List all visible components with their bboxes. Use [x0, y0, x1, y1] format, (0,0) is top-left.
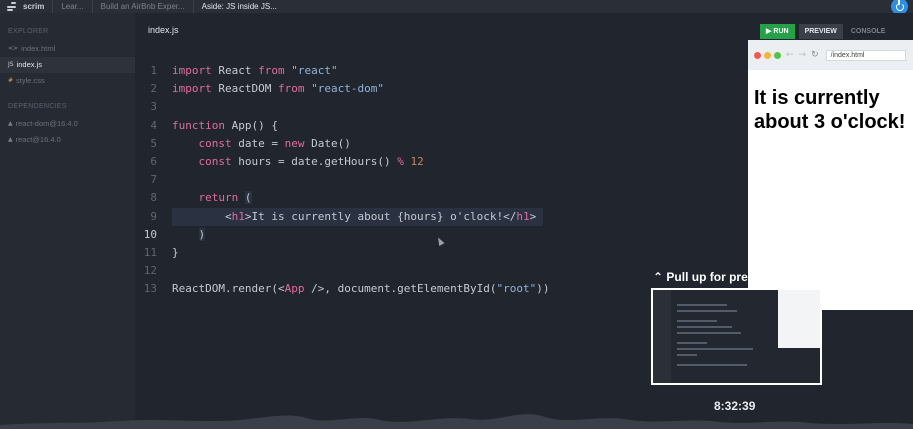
seek-hint-text: Pull up for precise seeking	[666, 270, 820, 284]
breadcrumb-module[interactable]: Build an AirBnb Exper...	[91, 0, 193, 13]
browser-bar: ← → ↻ /index.html	[748, 40, 913, 70]
code-line: 3	[135, 98, 605, 116]
sidebar: EXPLORER <> index.html JS index.js # sty…	[0, 13, 135, 429]
line-number: 13	[143, 282, 157, 296]
reload-icon[interactable]: ↻	[811, 50, 819, 60]
forward-icon[interactable]: →	[799, 50, 807, 60]
chevrons-up-icon: ⌃	[653, 270, 664, 284]
js-file-icon: JS	[8, 61, 14, 68]
line-number: 1	[150, 64, 157, 77]
code-line: 12	[135, 262, 605, 280]
line-number: 2	[150, 82, 157, 96]
audio-waveform[interactable]	[0, 400, 913, 429]
html-file-icon: <>	[8, 45, 19, 52]
code-line: 9 <h1>It is currently about {hours} o'cl…	[135, 207, 605, 226]
sidebar-item-label: react-dom@16.4.0	[15, 119, 78, 128]
code-text: import React from "react"	[172, 64, 338, 77]
seek-hint: ⌃ Pull up for precise seeking	[653, 270, 819, 284]
css-file-icon: #	[8, 77, 14, 84]
sidebar-item-index-js[interactable]: JS index.js	[0, 57, 135, 73]
line-number: 12	[143, 264, 157, 278]
line-number: 3	[150, 100, 157, 114]
code-text: const hours = date.getHours() % 12	[198, 154, 424, 168]
preview-button[interactable]: PREVIEW	[798, 24, 843, 39]
sidebar-item-label: style.css	[16, 76, 45, 85]
sidebar-item-index-html[interactable]: <> index.html	[0, 41, 135, 57]
code-line: 11}	[135, 244, 605, 262]
sidebar-item-label: index.js	[16, 60, 43, 69]
line-number: 9	[150, 209, 157, 223]
code-line: 13 ReactDOM.render(<App />, document.getE…	[135, 280, 605, 298]
dependencies-heading: DEPENDENCIES	[8, 103, 67, 110]
maximize-dot-icon	[774, 51, 781, 59]
sidebar-item-react[interactable]: ▲ react@16.4.0	[0, 132, 135, 148]
seek-thumbnail[interactable]	[651, 288, 822, 385]
code-line: 10 )	[135, 226, 605, 244]
code-text: ReactDOM.render(<App />, document.getEle…	[172, 282, 550, 296]
scrimba-logo[interactable]: scrim	[0, 0, 52, 13]
code-area[interactable]: 1 import React from "react" 2 import React…	[135, 62, 605, 298]
code-text: return (	[198, 191, 252, 205]
line-number: 8	[150, 191, 157, 205]
code-line: 6 const hours = date.getHours() % 12	[135, 153, 605, 171]
code-text: const date = new Date()	[198, 136, 351, 150]
line-number: 10	[143, 227, 157, 241]
code-line: 8 return (	[135, 189, 605, 207]
sidebar-item-label: index.html	[21, 44, 56, 53]
minimize-dot-icon	[764, 51, 771, 59]
code-text: <h1>It is currently about {hours} o'cloc…	[172, 207, 543, 226]
code-text: import ReactDOM from "react-dom"	[172, 82, 384, 96]
logo-icon	[7, 2, 19, 11]
breadcrumb-course[interactable]: Lear...	[52, 0, 91, 13]
explorer-heading: EXPLORER	[8, 28, 49, 35]
code-line: 2 import ReactDOM from "react-dom"	[135, 80, 605, 98]
sidebar-item-label: react@16.4.0	[15, 135, 61, 144]
code-line: 5 const date = new Date()	[135, 135, 605, 153]
run-label: RUN	[773, 28, 789, 35]
breadcrumb-lesson[interactable]: Aside: JS inside JS...	[192, 0, 285, 13]
close-dot-icon	[754, 51, 761, 59]
run-button[interactable]: ▶ RUN	[760, 24, 795, 39]
line-number: 4	[150, 118, 157, 132]
line-number: 7	[150, 173, 157, 187]
sidebar-item-react-dom[interactable]: ▲ react-dom@16.4.0	[0, 116, 135, 132]
top-bar: scrim Lear... Build an AirBnb Exper... A…	[0, 0, 913, 15]
code-text: }	[172, 245, 179, 259]
back-icon[interactable]: ←	[786, 50, 794, 60]
play-icon: ▶	[766, 28, 772, 35]
code-text: )	[198, 227, 206, 241]
line-number: 6	[150, 154, 157, 168]
package-icon: ▲	[8, 120, 13, 127]
line-number: 11	[143, 245, 157, 259]
tab-index-js[interactable]: index.js	[148, 25, 179, 35]
console-button[interactable]: CONSOLE	[847, 24, 890, 39]
code-line: 1 import React from "react"	[135, 62, 605, 80]
code-line: 7	[135, 171, 605, 189]
url-field[interactable]: /index.html	[825, 49, 906, 61]
code-text: function App() {	[172, 118, 278, 132]
line-number: 5	[150, 136, 157, 150]
preview-heading: It is currently about 3 o'clock!	[754, 87, 906, 133]
package-icon: ▲	[8, 136, 13, 143]
run-toolbar: ▶ RUN PREVIEW CONSOLE	[760, 24, 889, 39]
logo-text: scrim	[23, 2, 45, 11]
sidebar-item-style-css[interactable]: # style.css	[0, 73, 135, 89]
code-line: 4 function App() {	[135, 117, 605, 135]
